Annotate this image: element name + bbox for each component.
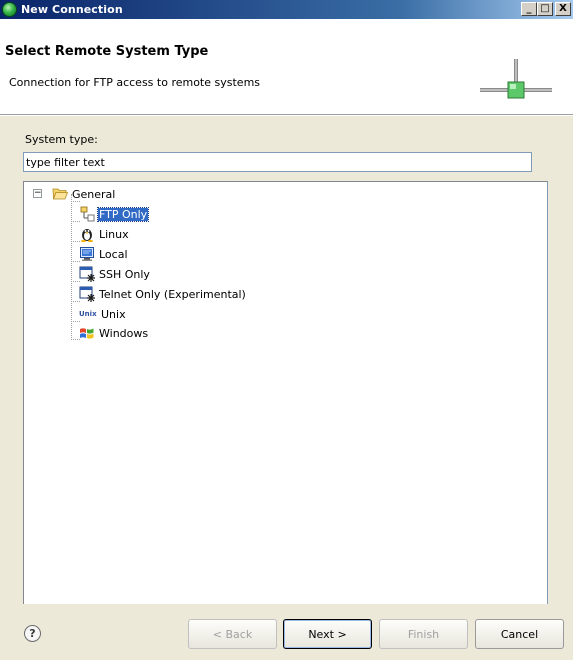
maximize-button[interactable]: □: [537, 2, 553, 16]
next-button[interactable]: Next >: [283, 619, 372, 649]
tree-item-label: Linux: [99, 227, 129, 241]
network-connection-icon: [480, 59, 552, 99]
window-title-bar[interactable]: New Connection _ □ X: [0, 0, 573, 19]
tree-item-telnet-only[interactable]: Telnet Only (Experimental): [79, 285, 247, 303]
local-computer-icon: [80, 247, 94, 261]
unix-icon: Unix: [79, 310, 97, 318]
window-title: New Connection: [21, 3, 123, 16]
close-button[interactable]: X: [555, 2, 571, 16]
tree-item-label: Unix: [101, 307, 126, 321]
tree-item-label: Local: [99, 247, 128, 261]
tree-item-ssh-only[interactable]: SSH Only: [79, 265, 151, 283]
tree-collapse-toggle[interactable]: −: [33, 189, 42, 198]
system-type-label: System type:: [25, 133, 98, 146]
telnet-terminal-icon: [79, 286, 95, 302]
tree-item-ftp-only[interactable]: FTP Only: [79, 205, 150, 223]
tree-item-unix[interactable]: Unix Unix: [79, 305, 127, 323]
wizard-content: System type: − General: [0, 116, 573, 659]
minimize-button[interactable]: _: [521, 2, 537, 16]
tree-item-local[interactable]: Local: [79, 245, 129, 263]
tree-item-label: SSH Only: [99, 267, 150, 281]
back-button[interactable]: < Back: [188, 619, 277, 649]
windows-flag-icon: [80, 328, 94, 339]
tree-item-general[interactable]: General: [52, 185, 116, 203]
tree-item-linux[interactable]: Linux: [79, 225, 130, 243]
system-type-tree[interactable]: − General FTP Only Linux Local SSH Only …: [23, 181, 548, 659]
help-button[interactable]: ?: [24, 625, 41, 642]
wizard-header: Select Remote System Type Connection for…: [0, 19, 573, 115]
page-description: Connection for FTP access to remote syst…: [9, 76, 261, 89]
tree-item-label: Telnet Only (Experimental): [99, 287, 246, 301]
eclipse-app-icon: [2, 2, 17, 17]
linux-tux-icon: [81, 229, 93, 242]
wizard-footer: ? < Back Next > Finish Cancel: [0, 604, 573, 660]
ssh-terminal-icon: [79, 266, 95, 282]
finish-button[interactable]: Finish: [379, 619, 468, 649]
tree-guide-line: [71, 194, 72, 340]
ftp-icon: [80, 206, 95, 222]
tree-item-label: General: [72, 187, 116, 201]
tree-item-windows[interactable]: Windows: [79, 324, 149, 342]
page-title: Select Remote System Type: [5, 44, 209, 59]
tree-item-label: FTP Only: [96, 206, 150, 222]
cancel-button[interactable]: Cancel: [475, 619, 564, 649]
filter-input[interactable]: [23, 152, 532, 172]
folder-open-icon: [52, 188, 68, 200]
tree-item-label: Windows: [99, 326, 149, 340]
